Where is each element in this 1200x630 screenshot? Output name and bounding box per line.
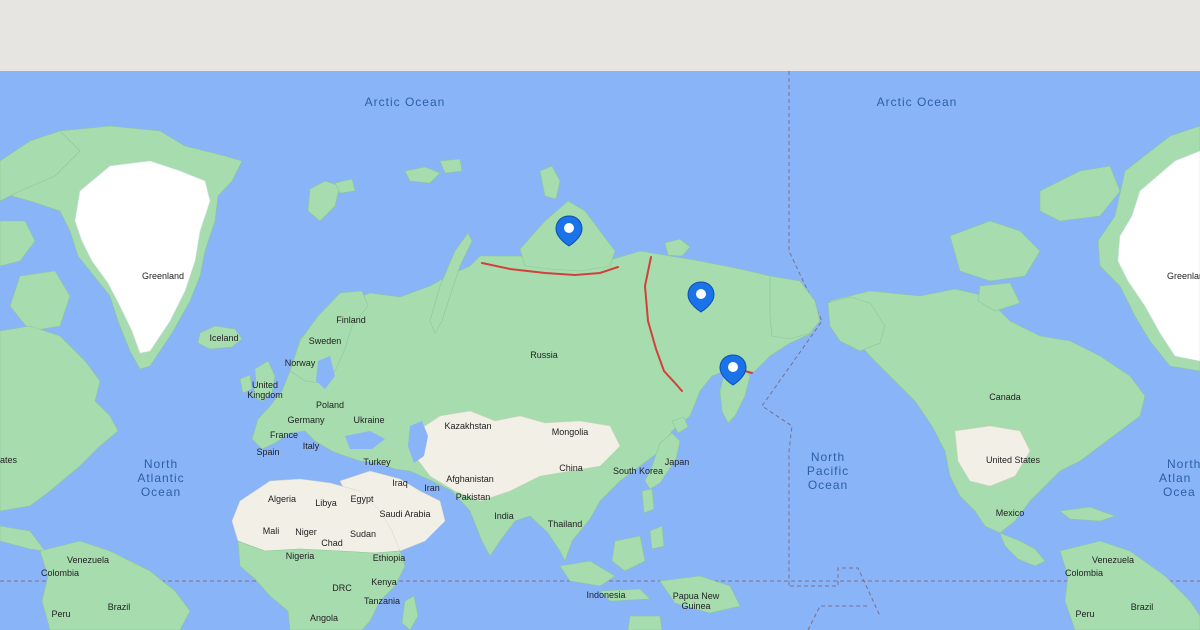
label-venezuela-right: Venezuela [1092,555,1134,565]
label-united-kingdom-1: United [252,380,278,390]
label-kazakhstan: Kazakhstan [444,421,491,431]
label-norway: Norway [285,358,316,368]
label-tanzania: Tanzania [364,596,400,606]
label-greenland-left: Greenland [142,271,184,281]
label-papua-new-guinea-2: Guinea [681,601,710,611]
label-pakistan: Pakistan [456,492,491,502]
label-angola: Angola [310,613,338,623]
label-japan: Japan [665,457,690,467]
label-canada: Canada [989,392,1021,402]
label-brazil-right: Brazil [1131,602,1154,612]
label-iceland: Iceland [209,333,238,343]
label-algeria: Algeria [268,494,296,504]
label-libya: Libya [315,498,337,508]
label-south-korea: South Korea [613,466,663,476]
ocean-label-north-atlantic-left-1: North [144,457,178,471]
label-iraq: Iraq [392,478,408,488]
label-china: China [559,463,583,473]
label-poland: Poland [316,400,344,410]
label-mali: Mali [263,526,280,536]
label-mexico: Mexico [996,508,1025,518]
ocean-label-north-atlantic-right-3: Ocea [1163,485,1196,499]
label-egypt: Egypt [350,494,374,504]
label-venezuela-left: Venezuela [67,555,109,565]
label-colombia-right: Colombia [1065,568,1103,578]
label-sudan: Sudan [350,529,376,539]
label-italy: Italy [303,441,320,451]
ocean-label-north-atlantic-right-1: North [1167,457,1200,471]
label-mongolia: Mongolia [552,427,589,437]
ocean-label-north-pacific-2: Pacific [807,464,849,478]
ocean-label-arctic-right: Arctic Ocean [877,95,958,109]
label-drc: DRC [332,583,352,593]
label-peru-left: Peru [51,609,70,619]
label-colombia-left: Colombia [41,568,79,578]
label-brazil-left: Brazil [108,602,131,612]
ocean-label-north-pacific-1: North [811,450,845,464]
label-chad: Chad [321,538,343,548]
label-iran: Iran [424,483,440,493]
label-india: India [494,511,514,521]
ocean-label-north-atlantic-left-2: Atlantic [137,471,184,485]
label-france: France [270,430,298,440]
label-turkey: Turkey [363,457,391,467]
ocean-label-north-pacific-3: Ocean [808,478,848,492]
ocean-label-north-atlantic-right-2: Atlan [1159,471,1191,485]
label-russia: Russia [530,350,558,360]
label-states-left: ates [0,455,18,465]
label-greenland-right: Greenlan [1167,271,1200,281]
label-afghanistan: Afghanistan [446,474,494,484]
world-map[interactable]: Arctic Ocean Arctic Ocean North Atlantic… [0,71,1200,630]
label-finland: Finland [336,315,366,325]
label-ukraine: Ukraine [353,415,384,425]
label-indonesia: Indonesia [586,590,625,600]
label-germany: Germany [287,415,325,425]
label-united-kingdom-2: Kingdom [247,390,283,400]
ocean-label-arctic-left: Arctic Ocean [365,95,446,109]
label-nigeria: Nigeria [286,551,315,561]
label-peru-right: Peru [1075,609,1094,619]
label-thailand: Thailand [548,519,583,529]
label-saudi-arabia: Saudi Arabia [379,509,430,519]
top-bar [0,0,1200,71]
label-ethiopia: Ethiopia [373,553,406,563]
label-papua-new-guinea-1: Papua New [673,591,720,601]
ocean-label-north-atlantic-left-3: Ocean [141,485,181,499]
label-united-states: United States [986,455,1041,465]
label-sweden: Sweden [309,336,342,346]
label-kenya: Kenya [371,577,397,587]
label-spain: Spain [256,447,279,457]
label-niger: Niger [295,527,317,537]
philippines-land [641,488,655,514]
